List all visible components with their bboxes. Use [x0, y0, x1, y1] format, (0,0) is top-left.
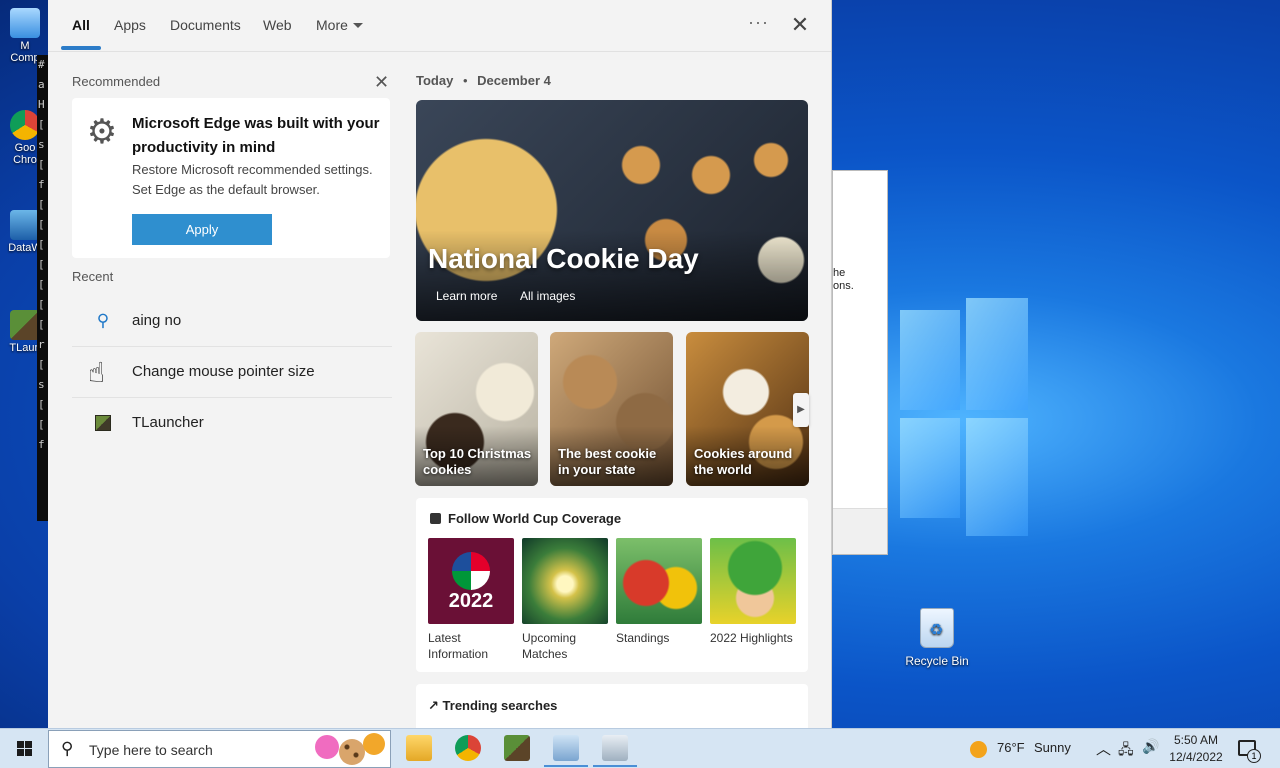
recent-heading: Recent: [72, 269, 114, 284]
today-separator: •: [462, 73, 468, 88]
dialog-text: he ons.: [833, 267, 854, 292]
search-tabs: All Apps Documents Web More ··· ✕: [48, 0, 831, 52]
trending-label: Trending searches: [442, 698, 558, 713]
volume-icon[interactable]: 🔊: [1142, 738, 1159, 755]
tab-documents[interactable]: Documents: [170, 17, 241, 33]
clock-time: 5:50 AM: [1173, 733, 1219, 747]
all-images-link[interactable]: All images: [520, 289, 575, 303]
today-header: Today • December 4: [416, 73, 551, 88]
weather-condition[interactable]: Sunny: [1034, 740, 1071, 755]
world-cup-section: Follow World Cup Coverage 2022 Latest In…: [416, 498, 808, 672]
wc-tile-overlay: 2022: [448, 590, 494, 612]
learn-more-link[interactable]: Learn more: [436, 289, 497, 303]
desktop-icon-label: M: [20, 40, 30, 52]
background-dialog: he ons.: [832, 170, 888, 555]
image-viewer-icon[interactable]: [593, 735, 637, 767]
recent-item-label: Change mouse pointer size: [132, 363, 315, 380]
more-options-button[interactable]: ···: [748, 12, 769, 33]
taskbar-search-box[interactable]: ⚲ Type here to search: [48, 730, 391, 768]
card-caption: Cookies around the world: [694, 446, 793, 477]
start-button[interactable]: [8, 739, 40, 759]
hero-title: National Cookie Day: [428, 243, 699, 274]
wc-tile-latest[interactable]: 2022: [428, 538, 514, 624]
app-icon[interactable]: [544, 735, 588, 767]
chrome-icon[interactable]: [455, 735, 481, 761]
clock-date: 12/4/2022: [1169, 750, 1223, 764]
this-pc-icon: [10, 8, 40, 38]
tlauncher-icon: [92, 412, 114, 434]
apply-button[interactable]: Apply: [132, 214, 272, 245]
recommendation-card: ⚙ Microsoft Edge was built with your pro…: [72, 98, 390, 258]
file-explorer-icon[interactable]: [406, 735, 432, 761]
close-panel-button[interactable]: ✕: [790, 13, 810, 37]
datawrapper-icon: [10, 210, 40, 240]
recycle-bin-label: Recycle Bin: [905, 654, 969, 668]
search-icon: ⚲: [61, 739, 74, 758]
hero-card-cookie-day[interactable]: National Cookie Day Learn more All image…: [416, 100, 808, 321]
card-caption: The best cookie in your state: [558, 446, 657, 477]
tlauncher-icon: [10, 310, 40, 340]
search-panel: All Apps Documents Web More ··· ✕ Recomm…: [48, 0, 832, 728]
chevron-up-icon[interactable]: ︿: [1096, 738, 1111, 759]
hand-cursor-icon: ☝: [88, 357, 106, 388]
chevron-right-icon[interactable]: ▶: [793, 393, 809, 427]
card-caption: Top 10 Christmas cookies: [423, 446, 532, 477]
desktop-icon-recycle-bin[interactable]: ♻ Recycle Bin: [900, 608, 974, 668]
football-icon: [452, 552, 490, 590]
recycle-bin-icon: ♻: [920, 608, 954, 648]
network-icon[interactable]: 🖧: [1118, 739, 1134, 763]
tab-more-label: More: [316, 17, 348, 33]
recommendation-title: Microsoft Edge was built with your produ…: [132, 115, 380, 156]
wc-tile-highlights[interactable]: [710, 538, 796, 624]
recent-item-search[interactable]: ⚲ aing no: [72, 296, 392, 347]
search-placeholder: Type here to search: [89, 742, 213, 758]
recent-item-tlauncher[interactable]: TLauncher: [72, 398, 392, 449]
tab-web[interactable]: Web: [263, 17, 292, 33]
windows-logo-wallpaper: [900, 298, 1028, 536]
wc-caption: 2022 Highlights: [710, 631, 793, 645]
notification-count: 1: [1247, 749, 1261, 763]
card-cookies-world[interactable]: Cookies around the world: [686, 332, 809, 486]
weather-temp[interactable]: 76°F: [997, 740, 1025, 755]
tab-all[interactable]: All: [72, 17, 90, 33]
world-cup-title: Follow World Cup Coverage: [448, 511, 622, 526]
recent-item-label: aing no: [132, 312, 182, 329]
card-christmas-cookies[interactable]: Top 10 Christmas cookies: [415, 332, 538, 486]
trending-title: ↗ Trending searches: [428, 698, 557, 714]
trending-up-icon: ↗: [428, 698, 439, 713]
wc-caption: Upcoming Matches: [522, 631, 577, 661]
gear-icon: ⚙: [86, 113, 118, 151]
search-highlight-cookie-icon: [315, 733, 391, 765]
recent-item-label: TLauncher: [132, 414, 204, 431]
recommendation-description: Restore Microsoft recommended settings. …: [132, 162, 373, 197]
wc-caption: Standings: [616, 631, 670, 645]
taskbar-clock[interactable]: 5:50 AM 12/4/2022: [1168, 732, 1224, 766]
wc-tile-upcoming[interactable]: [522, 538, 608, 624]
taskbar: ⚲ Type here to search 76°F Sunny ︿ 🖧 🔊 5…: [0, 728, 1280, 768]
chrome-icon: [10, 110, 40, 140]
trending-section: ↗ Trending searches: [416, 684, 808, 728]
world-cup-icon: [430, 513, 441, 524]
chevron-down-icon: [352, 23, 363, 28]
dismiss-recommendation-button[interactable]: ✕: [374, 72, 389, 93]
weather-sun-icon[interactable]: [970, 741, 987, 758]
search-icon: ⚲: [96, 311, 110, 330]
wc-caption: Latest Information: [428, 631, 489, 661]
today-label: Today: [416, 73, 454, 88]
tab-apps[interactable]: Apps: [114, 17, 146, 33]
card-best-cookie-state[interactable]: The best cookie in your state: [550, 332, 673, 486]
wc-tile-standings[interactable]: [616, 538, 702, 624]
minecraft-icon[interactable]: [504, 735, 530, 761]
recommended-heading: Recommended: [72, 74, 161, 89]
today-date: December 4: [477, 73, 551, 88]
tab-more[interactable]: More: [316, 17, 363, 33]
dialog-button-bar: [833, 508, 887, 554]
active-tab-indicator: [61, 46, 101, 50]
